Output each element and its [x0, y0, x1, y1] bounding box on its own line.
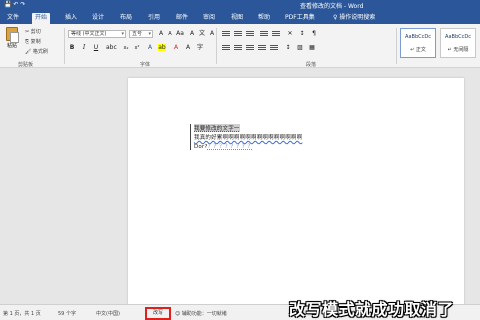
italic-button[interactable]: I	[80, 44, 88, 52]
tab-file[interactable]: 文件	[4, 13, 22, 24]
divider	[64, 28, 65, 64]
align-right-icon[interactable]	[246, 44, 254, 52]
align-left-icon[interactable]	[222, 44, 230, 52]
paste-label: 粘贴	[6, 43, 17, 49]
style-name: ↵ 无间隔	[447, 47, 469, 53]
borders-icon[interactable]: ▦	[308, 44, 316, 52]
divider	[216, 28, 217, 64]
language-indicator[interactable]: 中文(中国)	[96, 310, 120, 317]
style-sample: AaBbCcDc	[445, 34, 471, 40]
char-shading-icon[interactable]: A	[184, 44, 192, 52]
accessibility-status[interactable]: ☺ 辅助功能：一切就绪	[175, 310, 227, 317]
page-count[interactable]: 第 1 页，共 1 页	[3, 310, 41, 317]
phonetic-guide-icon[interactable]: 文	[198, 30, 206, 38]
font-name-value: 等线 (中文正文)	[71, 31, 107, 37]
tell-me-search[interactable]: ♀ 操作说明搜索	[330, 13, 378, 24]
quick-access-toolbar[interactable]: 💾 ↶ ↷	[4, 1, 25, 8]
tab-mailings[interactable]: 邮件	[173, 13, 191, 24]
bold-button[interactable]: B	[68, 44, 76, 52]
style-name: ↵ 正文	[410, 47, 426, 53]
chevron-down-icon: ▾	[148, 31, 151, 37]
enclose-char-icon[interactable]: 字	[196, 44, 204, 52]
font-size-value: 五号	[132, 31, 143, 37]
justify-icon[interactable]	[258, 44, 266, 52]
increase-indent-icon[interactable]	[272, 30, 280, 38]
line-spacing-icon[interactable]: ↕	[284, 44, 292, 52]
style-no-spacing[interactable]: AaBbCcDc ↵ 无间隔	[440, 28, 476, 58]
document-line[interactable]: 我真的好累啊啊啊啊啊啊啊啊啊啊啊啊啊啊	[194, 133, 302, 141]
highlight-color-icon[interactable]: ab	[158, 44, 166, 52]
tab-layout[interactable]: 布局	[117, 13, 135, 24]
style-normal[interactable]: AaBbCcDc ↵ 正文	[400, 28, 436, 58]
tab-references[interactable]: 引用	[145, 13, 163, 24]
line-rest-text: ？？？？？？？？	[207, 144, 254, 150]
font-name-combo[interactable]: 等线 (中文正文) ▾	[68, 30, 126, 38]
word-count[interactable]: 59 个字	[58, 310, 76, 317]
ribbon-tabs: 文件 开始 插入 设计 布局 引用 邮件 审阅 视图 帮助 PDF工具集 ♀ 操…	[0, 10, 480, 24]
shrink-font-icon[interactable]: A	[166, 30, 174, 38]
chevron-down-icon: ▾	[121, 31, 124, 37]
overtype-indicator[interactable]: 改写	[145, 307, 171, 320]
tab-review[interactable]: 审阅	[200, 13, 218, 24]
document-page[interactable]: 我要修改的文字一 我真的好累啊啊啊啊啊啊啊啊啊啊啊啊啊啊 Dor?？？？？？？？…	[128, 78, 464, 304]
numbering-icon[interactable]	[234, 30, 242, 38]
tab-view[interactable]: 视图	[228, 13, 246, 24]
chinese-layout-icon[interactable]: ✕	[286, 30, 294, 38]
decrease-indent-icon[interactable]	[260, 30, 268, 38]
tab-help[interactable]: 帮助	[255, 13, 273, 24]
text-effects-icon[interactable]: A	[146, 44, 154, 52]
distributed-icon[interactable]	[270, 44, 278, 52]
line-start-text: Dor?	[194, 144, 208, 150]
tab-home[interactable]: 开始	[32, 13, 51, 24]
clipboard-group-label: 剪贴板	[18, 62, 34, 68]
grow-font-icon[interactable]: A	[157, 30, 165, 38]
video-caption: 改写模式就成功取消了	[288, 300, 454, 319]
tab-insert[interactable]: 插入	[62, 13, 80, 24]
char-border-icon[interactable]: A	[208, 30, 216, 38]
window-title: 查看修改的文档 - Word	[300, 3, 364, 10]
title-bar: 💾 ↶ ↷ 查看修改的文档 - Word	[0, 0, 480, 10]
document-line[interactable]: 我要修改的文字一	[194, 124, 240, 132]
document-line[interactable]: Dor?？？？？？？？？	[194, 142, 253, 150]
format-painter-button[interactable]: 🖌 格式刷	[25, 48, 48, 55]
underline-button[interactable]: U	[92, 44, 100, 52]
sort-icon[interactable]: ↕	[298, 30, 306, 38]
superscript-button[interactable]: x²	[133, 44, 141, 52]
font-size-combo[interactable]: 五号 ▾	[129, 30, 153, 38]
bullets-icon[interactable]	[222, 30, 230, 38]
copy-button[interactable]: ⎘ 复制	[25, 38, 41, 45]
align-center-icon[interactable]	[234, 44, 242, 52]
tab-pdf-tools[interactable]: PDF工具集	[282, 13, 318, 24]
divider	[396, 28, 397, 64]
change-case-icon[interactable]: Aa	[176, 30, 184, 38]
clipboard-icon	[6, 27, 19, 43]
overtype-label: 改写	[152, 310, 163, 316]
strikethrough-button[interactable]: abc	[106, 44, 117, 52]
paragraph-group-label: 段落	[306, 62, 317, 68]
document-area: 我要修改的文字一 我真的好累啊啊啊啊啊啊啊啊啊啊啊啊啊啊 Dor?？？？？？？？…	[0, 68, 480, 304]
clear-format-icon[interactable]: A	[188, 30, 196, 38]
text-cursor	[190, 124, 191, 150]
style-sample: AaBbCcDc	[405, 34, 431, 40]
multilevel-list-icon[interactable]	[246, 30, 254, 38]
cut-button[interactable]: ✂ 剪切	[25, 28, 41, 35]
tab-design[interactable]: 设计	[89, 13, 107, 24]
ribbon: 粘贴 ✂ 剪切 ⎘ 复制 🖌 格式刷 剪贴板 等线 (中文正文) ▾ 五号 ▾ …	[0, 24, 480, 68]
show-marks-icon[interactable]: ¶	[310, 30, 318, 38]
shading-icon[interactable]: ▨	[296, 44, 304, 52]
font-color-icon[interactable]: A	[172, 44, 180, 52]
font-group-label: 字体	[140, 62, 151, 68]
paste-button[interactable]: 粘贴	[3, 27, 21, 55]
subscript-button[interactable]: x₂	[122, 44, 130, 52]
